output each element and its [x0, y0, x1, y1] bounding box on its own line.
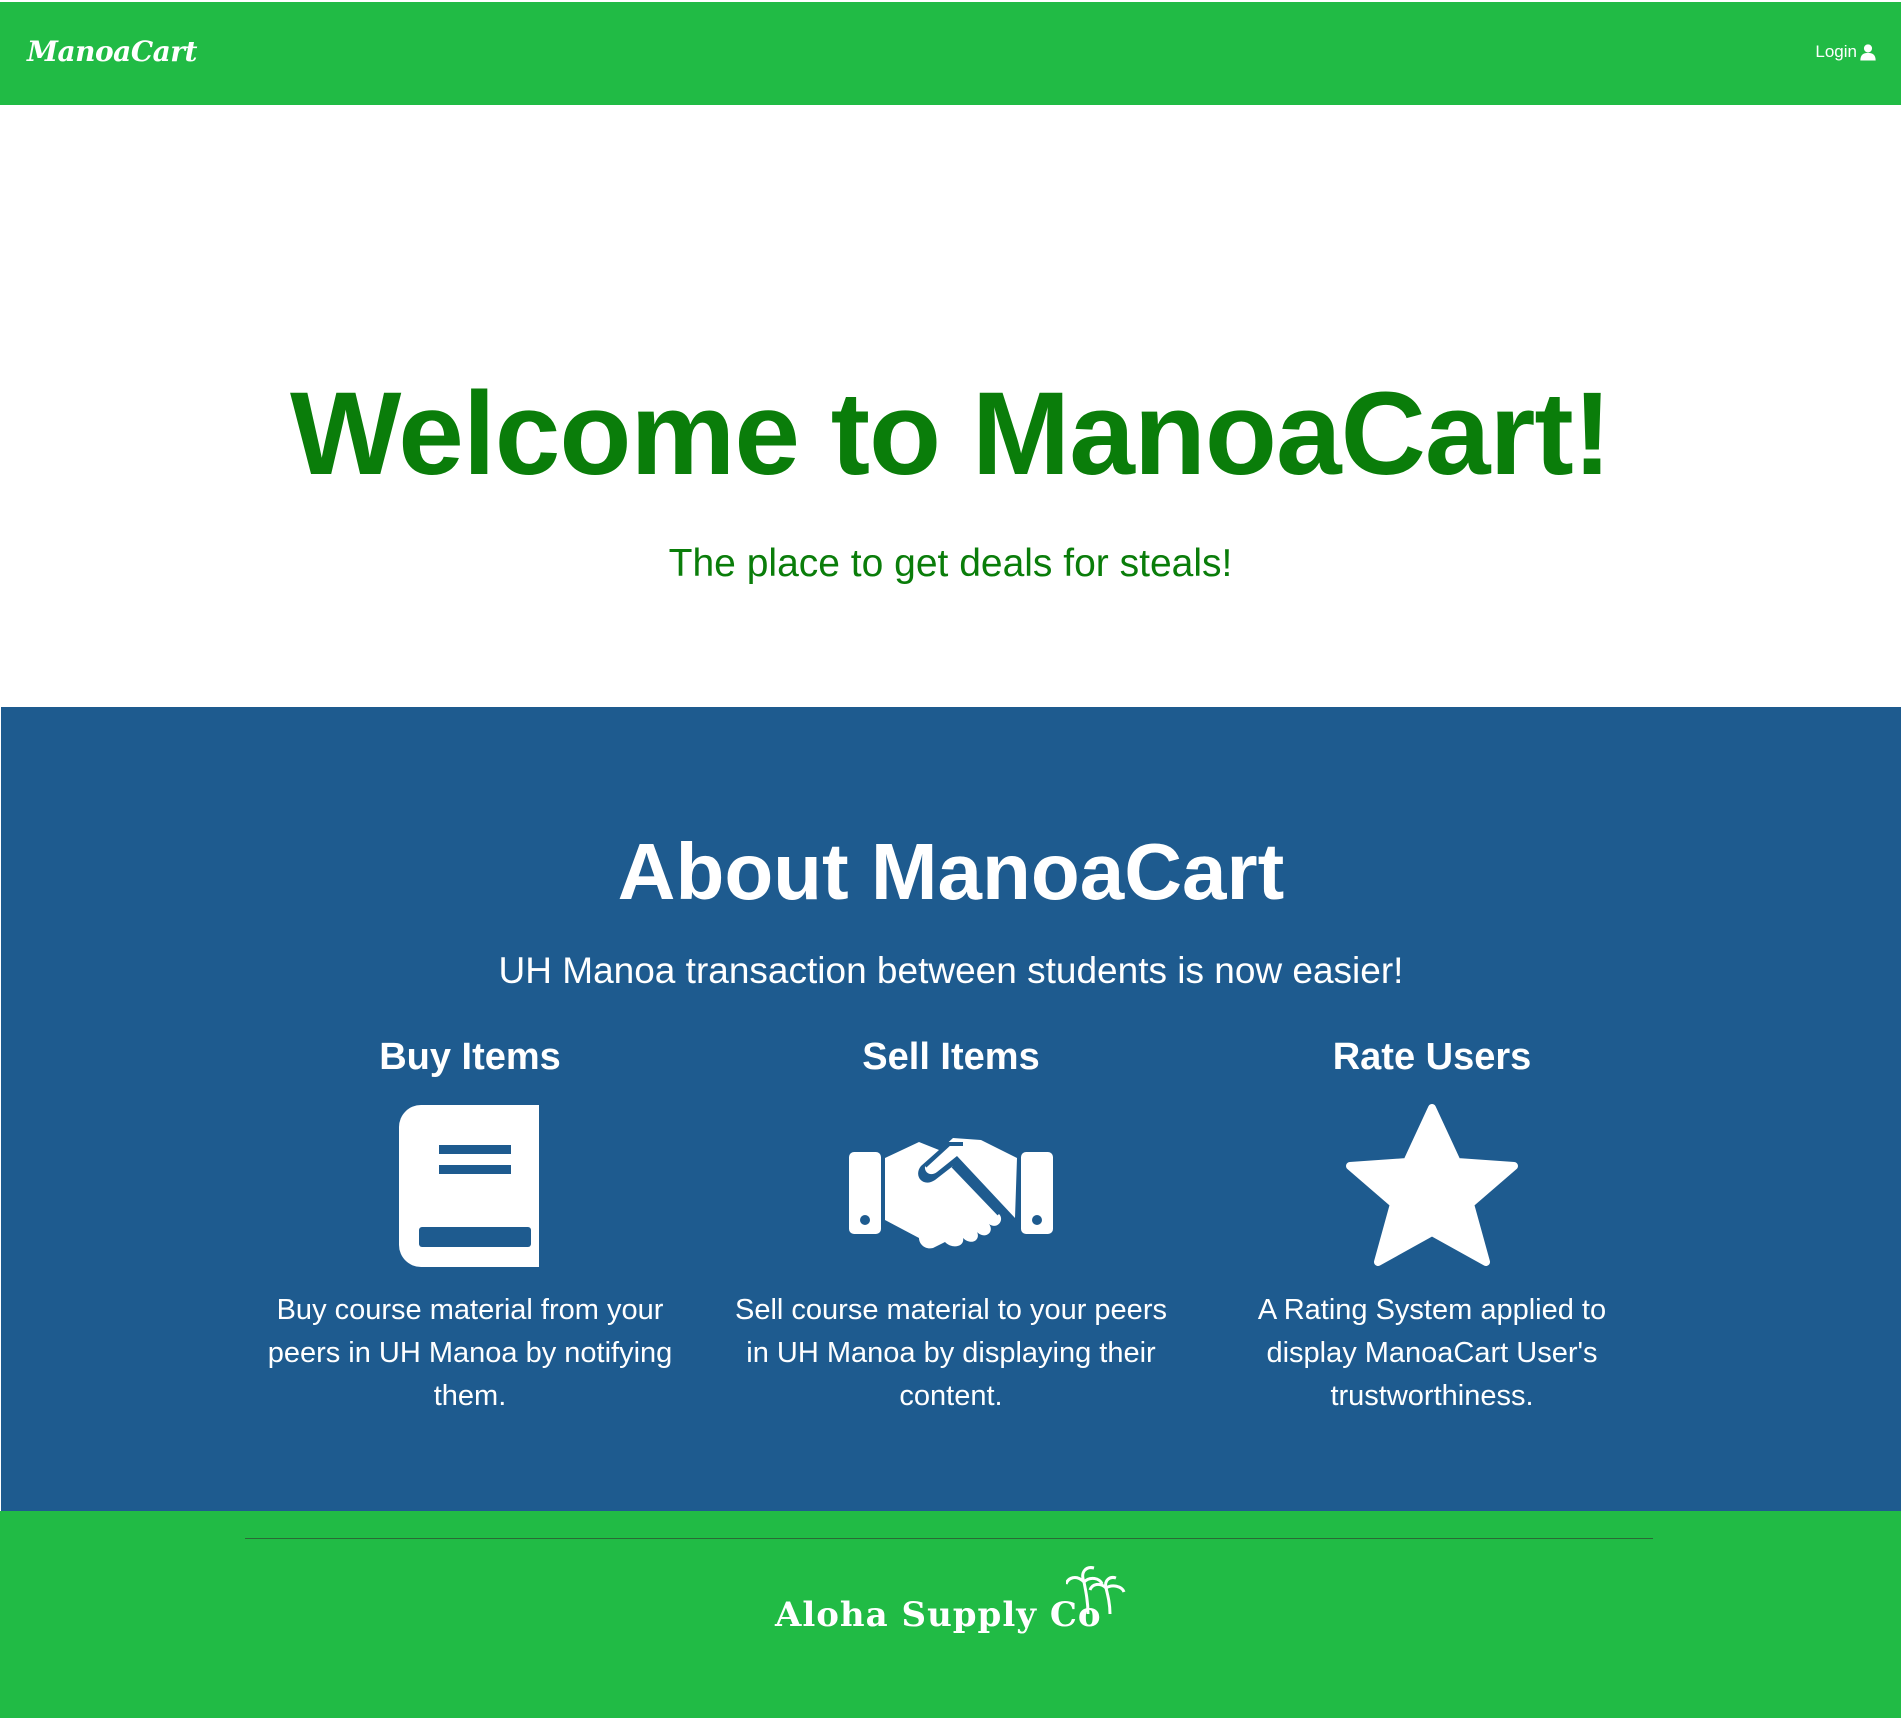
brand-logo-link[interactable]: ManoaCart [27, 35, 197, 68]
login-label: Login [1815, 42, 1857, 61]
feature-description: Buy course material from your peers in U… [267, 1293, 673, 1412]
hero-section: Welcome to ManoaCart! The place to get d… [0, 105, 1901, 707]
feature-title: Sell Items [862, 1036, 1040, 1078]
footer-logo-text: Aloha Supply Co [774, 1595, 1102, 1635]
footer-logo: Aloha Supply Co [0, 1566, 1901, 1635]
palm-trees-icon [1064, 1566, 1126, 1615]
about-title: About ManoaCart [617, 827, 1285, 916]
feature-sell-items: Sell Items Sell course material to your … [731, 1036, 1171, 1418]
feature-rate-users: Rate Users A Rating System applied to di… [1212, 1036, 1652, 1418]
feature-description: Sell course material to your peers in UH… [735, 1293, 1167, 1412]
feature-title: Rate Users [1332, 1036, 1532, 1078]
feature-buy-items: Buy Items Buy course material from your … [250, 1036, 690, 1418]
about-subtitle: UH Manoa transaction between students is… [498, 950, 1404, 991]
hero-title: Welcome to ManoaCart! [290, 368, 1612, 500]
login-button[interactable]: Login [1815, 42, 1877, 62]
navbar: ManoaCart Login [0, 0, 1901, 105]
feature-description: A Rating System applied to display Manoa… [1257, 1293, 1607, 1412]
feature-title: Buy Items [379, 1036, 561, 1078]
footer: Aloha Supply Co [0, 1511, 1901, 1718]
about-section: About ManoaCart UH Manoa transaction bet… [1, 707, 1901, 1511]
handshake-icon [849, 1137, 1053, 1249]
hero-subtitle: The place to get deals for steals! [668, 542, 1233, 585]
user-icon [1860, 44, 1876, 61]
star-icon [1346, 1103, 1518, 1266]
footer-divider [245, 1538, 1653, 1539]
book-icon [399, 1104, 539, 1267]
